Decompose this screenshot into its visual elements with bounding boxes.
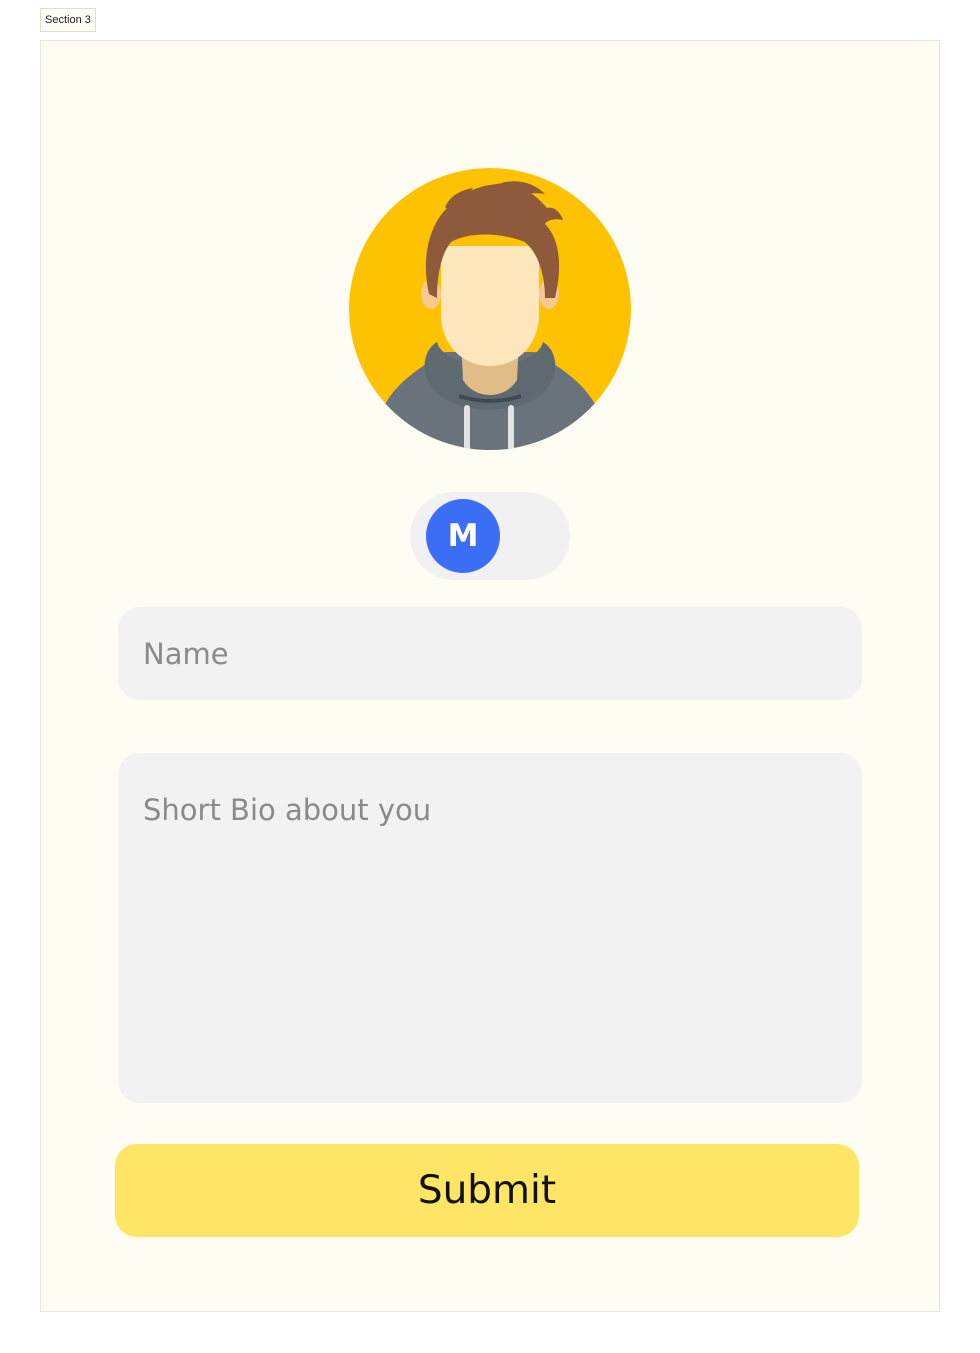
section-label: Section 3 [40, 8, 96, 32]
profile-form-container: M Submit [40, 40, 940, 1312]
toggle-knob[interactable]: M [426, 499, 500, 573]
bio-textarea[interactable] [118, 753, 862, 1103]
user-avatar-icon [349, 168, 631, 450]
gender-toggle[interactable]: M [410, 492, 570, 580]
submit-button[interactable]: Submit [115, 1144, 859, 1237]
avatar [349, 168, 631, 450]
name-input[interactable] [118, 607, 862, 700]
